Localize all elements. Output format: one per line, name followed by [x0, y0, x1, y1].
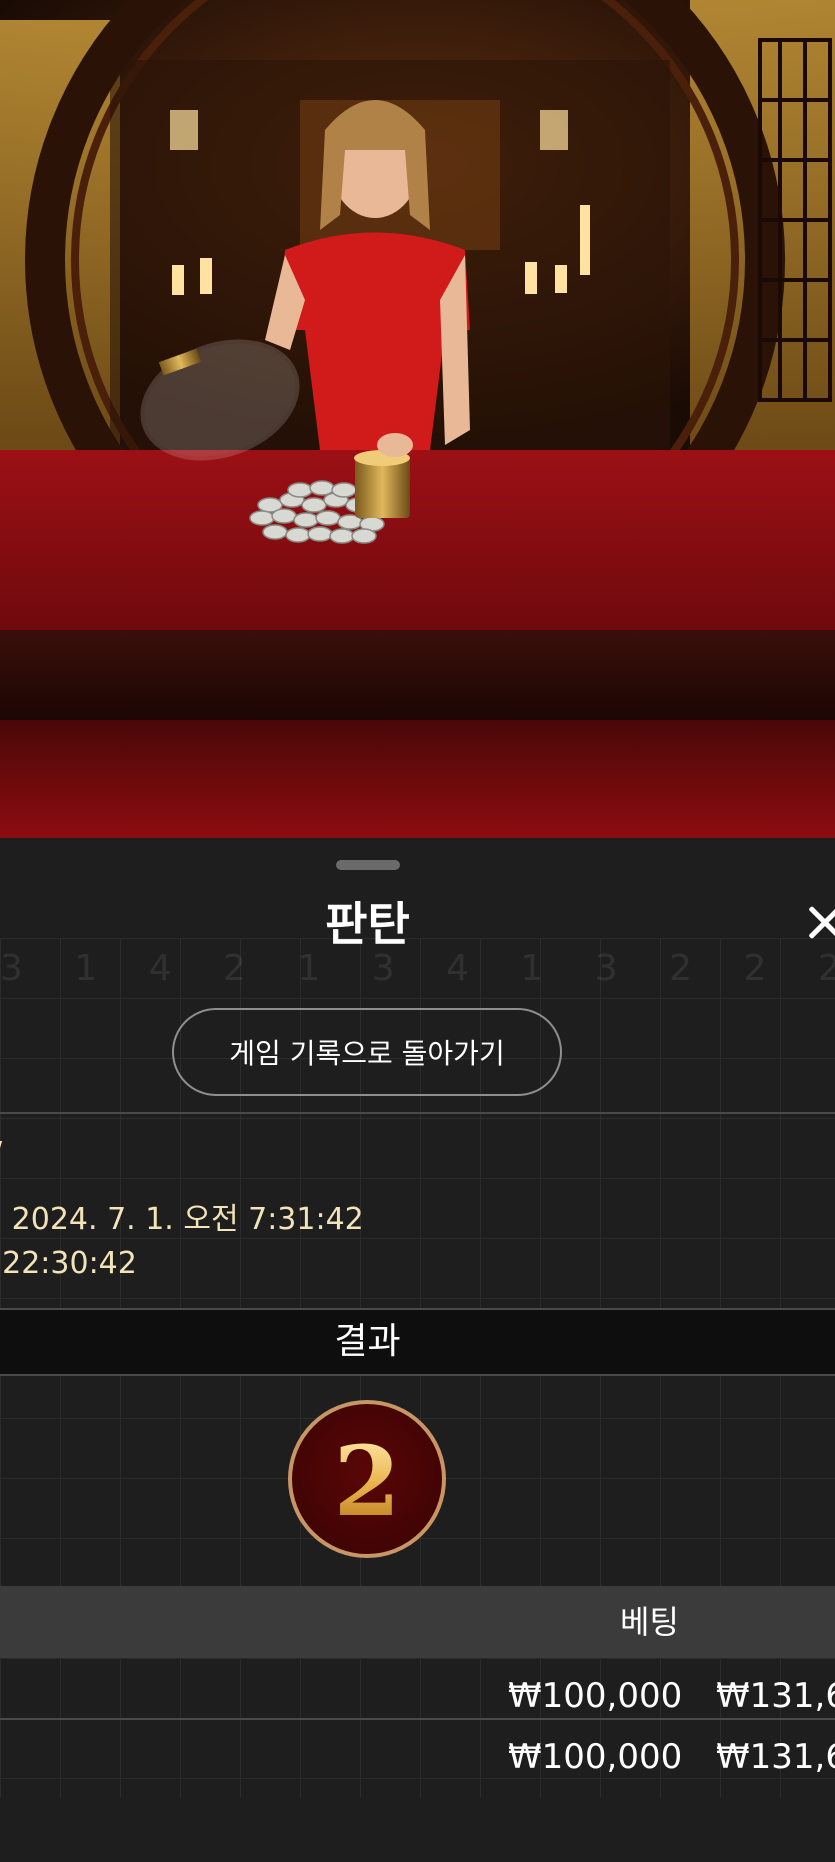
bet-table-header: 베팅	[0, 1586, 835, 1658]
background-road-digits: 3 1 4 2 1 3 4 1 3 2 2 2 2 4 4	[0, 948, 835, 989]
table-row: ₩100,000 ₩131,6	[0, 1727, 835, 1787]
bet-payout: ₩131,6	[716, 1676, 835, 1716]
game-history-detail-sheet: 3 1 4 2 1 3 4 1 3 2 2 2 2 4 4 판탄 게임 기록으로…	[0, 838, 835, 1862]
divider	[0, 1112, 835, 1114]
round-info-line-1: /	[0, 1136, 2, 1171]
dealer-scene-illustration	[0, 0, 835, 838]
round-start-time: : 2024. 7. 1. 오전 7:31:42	[0, 1202, 364, 1237]
sheet-title: 판탄	[325, 897, 410, 951]
drag-handle-icon[interactable]	[336, 860, 400, 870]
bet-payout: ₩131,6	[716, 1737, 835, 1777]
result-number-badge: 2	[288, 1400, 446, 1558]
result-number: 2	[333, 1425, 401, 1538]
result-label: 결과	[334, 1321, 401, 1362]
bet-column-header: 베팅	[620, 1603, 679, 1641]
result-header: 결과	[0, 1308, 835, 1376]
bet-amount: ₩100,000	[508, 1737, 683, 1777]
round-id: :22:30:42	[0, 1246, 137, 1281]
row-divider	[0, 1718, 835, 1720]
bet-amount: ₩100,000	[508, 1676, 683, 1716]
back-to-game-history-button[interactable]: 게임 기록으로 돌아가기	[172, 1008, 562, 1096]
table-row: ₩100,000 ₩131,6	[0, 1666, 835, 1726]
live-video-stream	[0, 0, 835, 838]
close-icon[interactable]	[800, 898, 835, 948]
